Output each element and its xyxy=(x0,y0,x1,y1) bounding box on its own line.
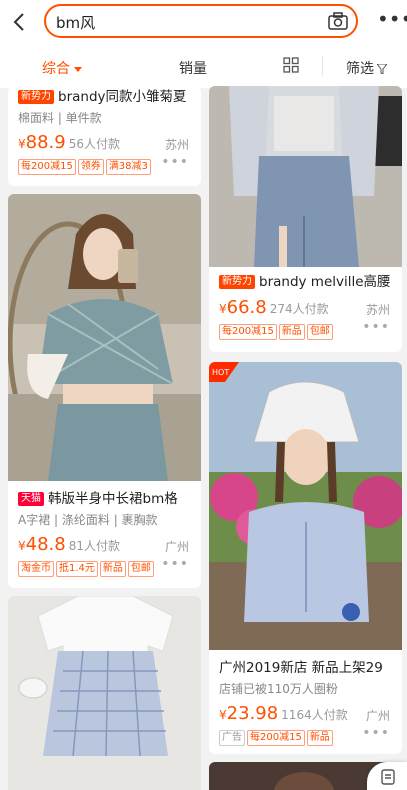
product-card[interactable]: 天猫 韩版半身中长裙bm格 A字裙 | 涤纶面料 | 裹胸款 ¥48.8 81人付款… xyxy=(8,194,201,588)
camera-icon[interactable] xyxy=(328,12,348,30)
promo-badge: 每200减15 xyxy=(219,324,277,340)
product-title-text: 韩版半身中长裙bm格 xyxy=(48,491,178,507)
price: 88.9 xyxy=(25,132,66,153)
product-image xyxy=(209,86,402,267)
price-row: ¥88.9 56人付款 苏州 xyxy=(18,132,193,154)
product-title-text: brandy melville高腰 xyxy=(259,274,391,290)
product-title: 新势力 brandy melville高腰 xyxy=(219,273,394,291)
location: 苏州 xyxy=(164,138,189,152)
promo-badge: 包邮 xyxy=(306,324,333,340)
more-dots-icon[interactable]: ••• xyxy=(377,9,407,34)
tmall-tag: 天猫 xyxy=(18,492,44,506)
location: 广州 xyxy=(365,709,390,723)
feedback-float-button[interactable] xyxy=(367,762,407,790)
promo-badge: 新品 xyxy=(99,561,126,577)
filter-icon xyxy=(377,64,387,74)
edit-icon xyxy=(381,769,395,785)
product-title-text: brandy同款小雏菊夏 xyxy=(58,89,187,105)
hot-label: HOT xyxy=(212,368,229,377)
sort-bar: 综合 销量 筛选 xyxy=(0,44,407,88)
product-title: 天猫 韩版半身中长裙bm格 xyxy=(18,490,193,508)
location: 广州 xyxy=(164,540,189,554)
more-dots-icon[interactable]: ••• xyxy=(362,319,390,335)
product-image xyxy=(8,596,201,790)
hot-badge: HOT xyxy=(209,362,239,382)
sort-sales[interactable]: 销量 xyxy=(179,58,207,78)
ad-badge: 广告 xyxy=(219,730,245,746)
brand-tag: 新势力 xyxy=(219,275,255,289)
promo-badges: 每200减15 新品 包邮 ••• xyxy=(219,319,394,340)
product-image xyxy=(209,362,402,650)
price-row: ¥48.8 81人付款 广州 xyxy=(18,534,193,556)
price: 48.8 xyxy=(25,534,66,555)
product-card[interactable]: 新势力 brandy melville高腰 ¥66.8 274人付款 苏州 每200… xyxy=(209,86,402,352)
sold-count: 81人付款 xyxy=(68,539,120,553)
divider xyxy=(322,56,323,76)
sort-comprehensive-label: 综合 xyxy=(42,61,70,77)
grid-view-icon[interactable] xyxy=(283,57,299,73)
promo-badges: 广告 每200减15 新品 ••• xyxy=(219,725,394,746)
sort-comprehensive[interactable]: 综合 xyxy=(42,58,82,78)
promo-badges: 淘金币 抵1.4元 新品 包邮 ••• xyxy=(18,556,193,577)
price: 66.8 xyxy=(226,297,267,318)
product-attributes: 棉面料 | 单件款 xyxy=(18,111,102,125)
product-info: 新势力 brandy同款小雏菊夏 棉面料 | 单件款 ¥88.9 56人付款 苏州 … xyxy=(18,88,193,175)
product-attributes: A字裙 | 涤纶面料 | 裹胸款 xyxy=(18,513,158,527)
price: 23.98 xyxy=(226,703,279,724)
promo-badge: 领券 xyxy=(77,159,104,175)
search-input[interactable]: bm风 xyxy=(44,4,358,38)
promo-badge: 新品 xyxy=(306,730,333,746)
currency: ¥ xyxy=(18,137,26,151)
product-card[interactable] xyxy=(8,596,201,790)
price-row: ¥66.8 274人付款 苏州 xyxy=(219,297,394,319)
product-info: 广州2019新店 新品上架29 店铺已被110万人圈粉 ¥23.98 1164人付… xyxy=(219,659,394,746)
search-query: bm风 xyxy=(56,14,96,32)
product-image xyxy=(8,194,201,481)
currency: ¥ xyxy=(219,302,227,316)
sold-count: 56人付款 xyxy=(68,137,120,151)
more-dots-icon[interactable]: ••• xyxy=(161,556,189,572)
promo-badge: 每200减15 xyxy=(18,159,76,175)
promo-badge: 新品 xyxy=(278,324,305,340)
promo-badges: 每200减15 领券 满38减3 ••• xyxy=(18,154,193,175)
promo-badge: 满38减3 xyxy=(105,159,151,175)
caret-down-icon xyxy=(74,66,82,72)
product-info: 天猫 韩版半身中长裙bm格 A字裙 | 涤纶面料 | 裹胸款 ¥48.8 81人付款… xyxy=(18,490,193,577)
location: 苏州 xyxy=(365,303,390,317)
currency: ¥ xyxy=(219,708,227,722)
product-info: 新势力 brandy melville高腰 ¥66.8 274人付款 苏州 每200… xyxy=(219,273,394,340)
product-card[interactable]: 新势力 brandy同款小雏菊夏 棉面料 | 单件款 ¥88.9 56人付款 苏州 … xyxy=(8,86,201,186)
shop-followers: 店铺已被110万人圈粉 xyxy=(219,682,338,696)
product-card[interactable]: HOT 广州2019新店 新品上架29 店铺已被110万人圈粉 ¥23.98 11… xyxy=(209,362,402,754)
sold-count: 274人付款 xyxy=(269,302,329,316)
brand-tag: 新势力 xyxy=(18,90,54,104)
more-dots-icon[interactable]: ••• xyxy=(362,725,390,741)
product-title: 广州2019新店 新品上架29 xyxy=(219,660,383,676)
filter-button[interactable]: 筛选 xyxy=(346,58,387,78)
promo-badge: 抵1.4元 xyxy=(56,561,98,577)
top-bar: bm风 ••• xyxy=(0,0,407,44)
product-title: 新势力 brandy同款小雏菊夏 xyxy=(18,88,193,106)
promo-badge: 包邮 xyxy=(127,561,154,577)
promo-badge: 每200减15 xyxy=(247,730,305,746)
currency: ¥ xyxy=(18,539,26,553)
price-row: ¥23.98 1164人付款 广州 xyxy=(219,703,394,725)
promo-badge: 淘金币 xyxy=(18,561,54,577)
filter-label: 筛选 xyxy=(346,61,374,77)
sold-count: 1164人付款 xyxy=(281,708,348,722)
more-dots-icon[interactable]: ••• xyxy=(161,154,189,170)
back-arrow-icon[interactable] xyxy=(8,10,32,34)
